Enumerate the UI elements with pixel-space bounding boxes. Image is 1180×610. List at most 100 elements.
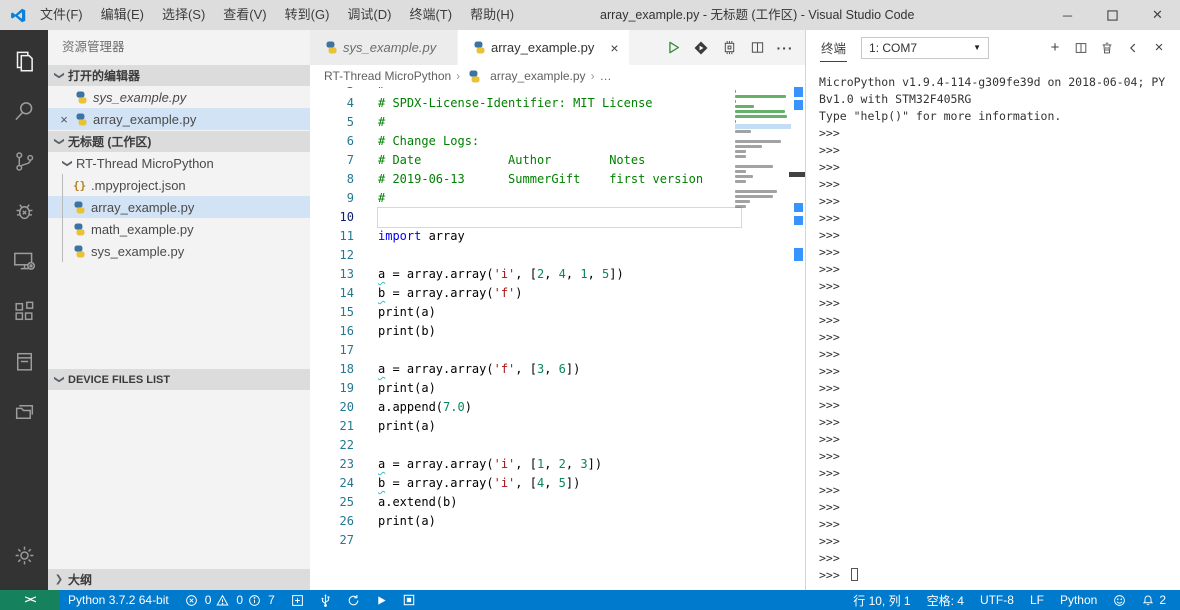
- new-terminal-button[interactable]: +: [1042, 35, 1068, 61]
- code-line-3[interactable]: 3#: [310, 87, 805, 94]
- code-line-23[interactable]: 23 a = array.array('i', [1, 2, 3]): [310, 455, 805, 474]
- code-line-13[interactable]: 13 a = array.array('i', [2, 4, 1, 5]): [310, 265, 805, 284]
- more-actions-button[interactable]: ···: [771, 30, 799, 65]
- code-line-8[interactable]: 8 # 2019-06-13 SummerGift first version: [310, 170, 805, 189]
- terminal-selector[interactable]: 1: COM7 ▼: [861, 36, 990, 59]
- close-tab-icon[interactable]: ×: [610, 40, 618, 56]
- terminal-prompt-line: >>>: [819, 279, 847, 293]
- indentation-status[interactable]: 空格: 4: [919, 590, 972, 610]
- minimize-button[interactable]: ─: [1045, 0, 1090, 30]
- tree-item-sys_example.py[interactable]: sys_example.py: [48, 240, 310, 262]
- remote-device-icon[interactable]: [0, 236, 48, 286]
- python-file-icon: [326, 41, 337, 54]
- split-editor-button[interactable]: [743, 30, 771, 65]
- close-editor-icon[interactable]: ×: [56, 112, 72, 127]
- code-line-20[interactable]: 20 a.append(7.0): [310, 398, 805, 417]
- sync-button[interactable]: [339, 590, 368, 610]
- run-button[interactable]: [368, 590, 395, 610]
- outline-header[interactable]: ❯ 大纲: [48, 568, 310, 590]
- breadcrumb-item[interactable]: …: [600, 69, 612, 83]
- menu-item[interactable]: 调试(D): [338, 0, 400, 30]
- code-line-9[interactable]: 9 #: [310, 189, 805, 208]
- python-interpreter-status[interactable]: Python 3.7.2 64-bit: [60, 590, 177, 610]
- feedback-button[interactable]: [1105, 590, 1134, 610]
- python-file-icon: [76, 91, 87, 103]
- cursor-position-status[interactable]: 行 10, 列 1: [845, 590, 918, 610]
- code-line-5[interactable]: 5 #: [310, 113, 805, 132]
- code-line-27[interactable]: 27: [310, 531, 805, 550]
- device-log-icon[interactable]: [0, 336, 48, 386]
- explorer-icon[interactable]: [0, 36, 48, 86]
- rt-thread-run-button[interactable]: [687, 30, 715, 65]
- open-editors-header[interactable]: ❯ 打开的编辑器: [48, 64, 310, 86]
- code-line-16[interactable]: 16 print(b): [310, 322, 805, 341]
- minimap[interactable]: [735, 89, 791, 214]
- code-editor[interactable]: 3#4# SPDX-License-Identifier: MIT Licens…: [310, 87, 805, 590]
- menu-item[interactable]: 文件(F): [31, 0, 92, 30]
- terminal-prompt-line: >>>: [819, 449, 847, 463]
- code-line-15[interactable]: 15 print(a): [310, 303, 805, 322]
- kill-terminal-button[interactable]: [1094, 35, 1120, 61]
- download-to-device-button[interactable]: [715, 30, 743, 65]
- terminal-output[interactable]: MicroPython v1.9.4-114-g309fe39d on 2018…: [806, 65, 1180, 590]
- language-mode-status[interactable]: Python: [1052, 590, 1105, 610]
- remote-indicator[interactable]: ><: [0, 590, 60, 610]
- notifications-button[interactable]: 2: [1134, 590, 1174, 610]
- debug-icon[interactable]: [0, 186, 48, 236]
- run-file-button[interactable]: [659, 30, 687, 65]
- menu-item[interactable]: 编辑(E): [92, 0, 153, 30]
- terminal-prompt-line: >>>: [819, 313, 847, 327]
- code-line-25[interactable]: 25 a.extend(b): [310, 493, 805, 512]
- usb-device-button[interactable]: [312, 590, 339, 610]
- menu-item[interactable]: 终端(T): [400, 0, 461, 30]
- terminal-tab[interactable]: 终端: [820, 33, 848, 62]
- stop-button[interactable]: [395, 590, 423, 610]
- code-line-10[interactable]: 10: [310, 208, 805, 227]
- code-line-26[interactable]: 26 print(a): [310, 512, 805, 531]
- encoding-status[interactable]: UTF-8: [972, 590, 1022, 610]
- code-line-19[interactable]: 19 print(a): [310, 379, 805, 398]
- settings-gear-icon[interactable]: [0, 530, 48, 580]
- add-port-button[interactable]: [283, 590, 312, 610]
- code-line-14[interactable]: 14 b = array.array('f'): [310, 284, 805, 303]
- eol-status[interactable]: LF: [1022, 590, 1052, 610]
- folder-row[interactable]: ❯ RT-Thread MicroPython: [48, 152, 310, 174]
- menu-item[interactable]: 转到(G): [276, 0, 339, 30]
- code-line-4[interactable]: 4 # SPDX-License-Identifier: MIT License: [310, 94, 805, 113]
- problems-status[interactable]: 0 0 7: [177, 590, 283, 610]
- tree-item-.mpyproject.json[interactable]: {} .mpyproject.json: [48, 174, 310, 196]
- code-line-21[interactable]: 21 print(a): [310, 417, 805, 436]
- search-icon[interactable]: [0, 86, 48, 136]
- tree-item-array_example.py[interactable]: array_example.py: [48, 196, 310, 218]
- source-control-icon[interactable]: [0, 136, 48, 186]
- tab-sys_example.py[interactable]: sys_example.py: [310, 30, 458, 65]
- code-line-7[interactable]: 7 # Date Author Notes: [310, 151, 805, 170]
- menu-item[interactable]: 选择(S): [153, 0, 214, 30]
- device-files-header[interactable]: ❯ DEVICE FILES LIST: [48, 368, 310, 390]
- tab-array_example.py[interactable]: array_example.py ×: [458, 30, 630, 65]
- workspace-header[interactable]: ❯ 无标题 (工作区): [48, 130, 310, 152]
- extensions-icon[interactable]: [0, 286, 48, 336]
- code-line-12[interactable]: 12: [310, 246, 805, 265]
- menu-item[interactable]: 帮助(H): [461, 0, 523, 30]
- device-folder-icon[interactable]: [0, 386, 48, 436]
- breadcrumb-item[interactable]: RT-Thread MicroPython: [324, 69, 451, 83]
- code-line-22[interactable]: 22: [310, 436, 805, 455]
- python-file-icon: [74, 223, 85, 235]
- code-line-6[interactable]: 6 # Change Logs:: [310, 132, 805, 151]
- terminal-prompt-line: >>>: [819, 551, 847, 565]
- maximize-button[interactable]: [1090, 0, 1135, 30]
- breadcrumb-item[interactable]: array_example.py: [465, 69, 586, 83]
- code-line-11[interactable]: 11 import array: [310, 227, 805, 246]
- close-panel-button[interactable]: ×: [1146, 35, 1172, 61]
- close-window-button[interactable]: ✕: [1135, 0, 1180, 30]
- open-editor-sys_example.py[interactable]: sys_example.py: [48, 86, 310, 108]
- code-line-18[interactable]: 18 a = array.array('f', [3, 6]): [310, 360, 805, 379]
- code-line-17[interactable]: 17: [310, 341, 805, 360]
- open-editor-array_example.py[interactable]: × array_example.py: [48, 108, 310, 130]
- code-line-24[interactable]: 24 b = array.array('i', [4, 5]): [310, 474, 805, 493]
- menu-item[interactable]: 查看(V): [214, 0, 275, 30]
- collapse-panel-button[interactable]: [1120, 35, 1146, 61]
- split-terminal-button[interactable]: [1068, 35, 1094, 61]
- tree-item-math_example.py[interactable]: math_example.py: [48, 218, 310, 240]
